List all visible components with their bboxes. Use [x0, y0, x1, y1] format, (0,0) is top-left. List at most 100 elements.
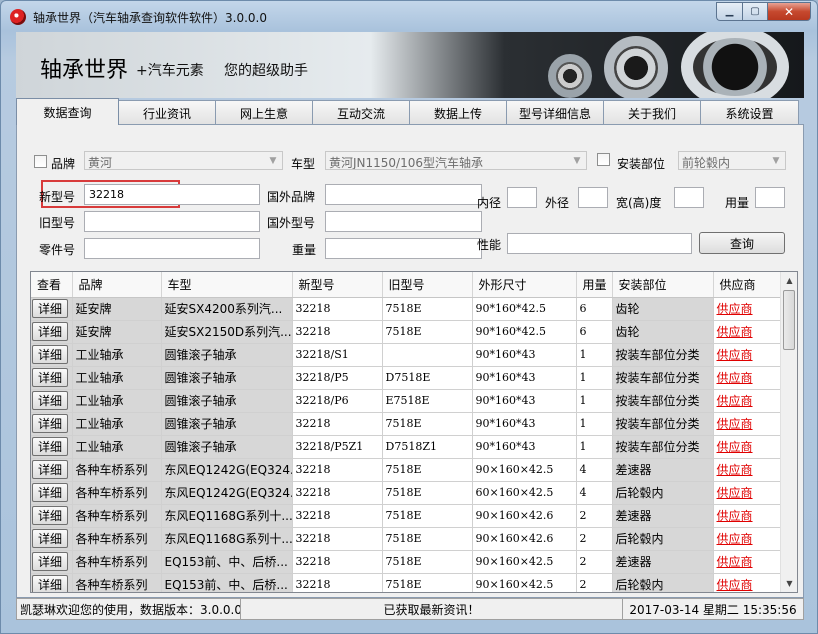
detail-button[interactable]: 详细: [32, 368, 68, 387]
table-row[interactable]: 详细 工业轴承 圆锥滚子轴承 32218/P5Z1 D7518Z1 90*160*43 1 按…: [31, 435, 782, 459]
tab-interaction[interactable]: 互动交流: [312, 100, 410, 125]
close-icon: ✕: [783, 4, 795, 19]
detail-button[interactable]: 详细: [32, 483, 68, 502]
position-checkbox[interactable]: [597, 153, 610, 166]
minimize-button[interactable]: ▁: [716, 2, 742, 21]
position-cell: 差速器: [612, 550, 714, 574]
old-no-cell: 7518E: [382, 412, 473, 436]
usage-input[interactable]: [755, 187, 785, 208]
supplier-link[interactable]: 供应商: [717, 463, 753, 477]
maximize-button[interactable]: ▢: [742, 2, 767, 21]
header-position[interactable]: 安装部位: [612, 272, 714, 298]
supplier-link[interactable]: 供应商: [717, 371, 753, 385]
table-row[interactable]: 详细 各种车桥系列 东风EQ1168G系列十... 32218 7518E 90×160×…: [31, 504, 782, 528]
tab-settings[interactable]: 系统设置: [700, 100, 799, 125]
foreign-model-input[interactable]: [325, 211, 482, 232]
weight-input[interactable]: [325, 238, 482, 259]
scroll-thumb[interactable]: [783, 290, 795, 350]
inner-diameter-input[interactable]: [507, 187, 537, 208]
part-number-input[interactable]: [84, 238, 260, 259]
header-model[interactable]: 车型: [161, 272, 293, 298]
detail-button[interactable]: 详细: [32, 460, 68, 479]
table-row[interactable]: 详细 工业轴承 圆锥滚子轴承 32218/P5 D7518E 90*160*43 1 按装车部…: [31, 366, 782, 390]
header-supplier[interactable]: 供应商: [713, 272, 782, 298]
detail-button[interactable]: 详细: [32, 575, 68, 592]
header-new-no[interactable]: 新型号: [292, 272, 383, 298]
brand-cell: 各种车桥系列: [72, 573, 162, 592]
old-no-cell: 7518E: [382, 320, 473, 344]
detail-button[interactable]: 详细: [32, 506, 68, 525]
header-old-no[interactable]: 旧型号: [382, 272, 473, 298]
dimensions-cell: 90×160×42.5: [472, 550, 577, 574]
status-datetime: 2017-03-14 星期二 15:35:56: [629, 602, 797, 617]
supplier-link[interactable]: 供应商: [717, 325, 753, 339]
supplier-link[interactable]: 供应商: [717, 417, 753, 431]
header-usage[interactable]: 用量: [576, 272, 613, 298]
brand-select[interactable]: 黄河 ▼: [84, 151, 283, 170]
detail-button[interactable]: 详细: [32, 437, 68, 456]
detail-button[interactable]: 详细: [32, 299, 68, 318]
usage-cell: 2: [576, 550, 613, 574]
tab-model-detail[interactable]: 型号详细信息: [506, 100, 604, 125]
supplier-link[interactable]: 供应商: [717, 348, 753, 362]
table-row[interactable]: 详细 工业轴承 圆锥滚子轴承 32218/P6 E7518E 90*160*43 1 按装车部…: [31, 389, 782, 413]
tab-about-us[interactable]: 关于我们: [603, 100, 701, 125]
new-no-cell: 32218: [292, 458, 383, 482]
table-scrollbar[interactable]: ▲ ▼: [780, 272, 797, 592]
supplier-link[interactable]: 供应商: [717, 394, 753, 408]
supplier-link[interactable]: 供应商: [717, 532, 753, 546]
supplier-link[interactable]: 供应商: [717, 509, 753, 523]
foreign-brand-input[interactable]: [325, 184, 482, 205]
supplier-link[interactable]: 供应商: [717, 578, 753, 592]
tab-data-query[interactable]: 数据查询: [16, 98, 119, 125]
new-model-input[interactable]: 32218: [84, 184, 260, 205]
table-row[interactable]: 详细 工业轴承 圆锥滚子轴承 32218/S1 90*160*43 1 按装车部位分类 供应商: [31, 343, 782, 367]
supplier-link[interactable]: 供应商: [717, 486, 753, 500]
supplier-link[interactable]: 供应商: [717, 302, 753, 316]
brand-cell: 各种车桥系列: [72, 481, 162, 505]
detail-button[interactable]: 详细: [32, 322, 68, 341]
table-row[interactable]: 详细 各种车桥系列 东风EQ1242G(EQ324... 32218 7518E 90×1…: [31, 458, 782, 482]
old-no-cell: 7518E: [382, 573, 473, 592]
outer-diameter-input[interactable]: [578, 187, 608, 208]
old-model-input[interactable]: [84, 211, 260, 232]
position-select[interactable]: 前轮毂内 ▼: [678, 151, 786, 170]
supplier-link[interactable]: 供应商: [717, 555, 753, 569]
position-cell: 按装车部位分类: [612, 366, 714, 390]
header-view[interactable]: 查看: [31, 272, 73, 298]
performance-input[interactable]: [507, 233, 692, 254]
tab-data-upload[interactable]: 数据上传: [409, 100, 507, 125]
dimensions-cell: 90*160*42.5: [472, 297, 577, 321]
table-row[interactable]: 详细 延安牌 延安SX4200系列汽... 32218 7518E 90*160*42.5…: [31, 297, 782, 321]
header-dimensions[interactable]: 外形尺寸: [472, 272, 577, 298]
header-brand[interactable]: 品牌: [72, 272, 162, 298]
usage-cell: 2: [576, 504, 613, 528]
table-row[interactable]: 详细 各种车桥系列 东风EQ1242G(EQ324... 32218 7518E 60×1…: [31, 481, 782, 505]
brand-checkbox[interactable]: [34, 155, 47, 168]
scroll-down-icon[interactable]: ▼: [781, 575, 797, 592]
table-row[interactable]: 详细 各种车桥系列 EQ153前、中、后桥... 32218 7518E 90×160×4…: [31, 573, 782, 592]
title-bar[interactable]: 轴承世界（汽车轴承查询软件软件）3.0.0.0 ▁ ▢ ✕: [1, 1, 817, 31]
brand-cell: 各种车桥系列: [72, 504, 162, 528]
detail-button[interactable]: 详细: [32, 552, 68, 571]
close-button[interactable]: ✕: [767, 2, 811, 21]
table-row[interactable]: 详细 工业轴承 圆锥滚子轴承 32218 7518E 90*160*43 1 按装车部位分类供…: [31, 412, 782, 436]
detail-button[interactable]: 详细: [32, 529, 68, 548]
tab-industry-news[interactable]: 行业资讯: [118, 100, 216, 125]
supplier-cell: 供应商: [713, 297, 782, 321]
table-row[interactable]: 详细 各种车桥系列 东风EQ1168G系列十... 32218 7518E 90×160×…: [31, 527, 782, 551]
table-row[interactable]: 详细 延安牌 延安SX2150D系列汽... 32218 7518E 90*160*42.…: [31, 320, 782, 344]
supplier-cell: 供应商: [713, 481, 782, 505]
tab-online-business[interactable]: 网上生意: [215, 100, 313, 125]
model-select[interactable]: 黄河JN1150/106型汽车轴承 ▼: [325, 151, 587, 170]
results-table: 查看 品牌 车型 新型号 旧型号 外形尺寸 用量 安装部位 供应商 详细 延安牌延…: [30, 271, 798, 593]
scroll-up-icon[interactable]: ▲: [781, 272, 797, 289]
table-row[interactable]: 详细 各种车桥系列 EQ153前、中、后桥... 32218 7518E 90×160×4…: [31, 550, 782, 574]
detail-button[interactable]: 详细: [32, 391, 68, 410]
query-button[interactable]: 查询: [699, 232, 785, 254]
width-input[interactable]: [674, 187, 704, 208]
position-cell: 后轮毂内: [612, 481, 714, 505]
supplier-link[interactable]: 供应商: [717, 440, 753, 454]
detail-button[interactable]: 详细: [32, 345, 68, 364]
detail-button[interactable]: 详细: [32, 414, 68, 433]
